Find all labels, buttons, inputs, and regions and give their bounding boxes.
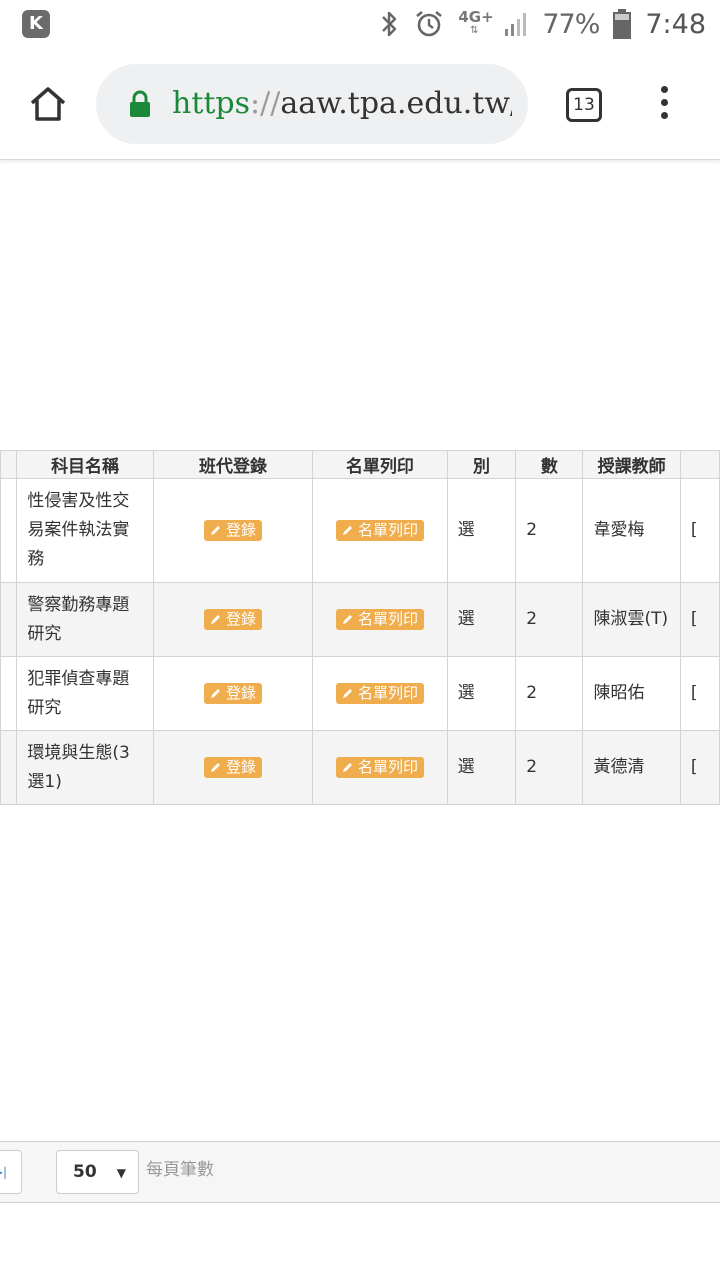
pencil-icon [342, 762, 352, 772]
pencil-icon [210, 762, 220, 772]
print-list-button-label: 名單列印 [357, 683, 418, 702]
credits-cell: 2 [515, 730, 584, 805]
signal-icon [505, 13, 527, 36]
pencil-icon [342, 614, 352, 624]
credits-cell: 2 [515, 582, 584, 657]
pencil-icon [210, 688, 220, 698]
teacher-cell: 陳淑雲(T) [582, 582, 681, 657]
pencil-icon [210, 614, 220, 624]
register-button-label: 登錄 [225, 757, 256, 776]
column-header-teacher[interactable]: 授課教師 [582, 450, 681, 479]
table-row: 性侵害及性交易案件執法實務 登錄 名單列印 選 2 韋愛梅 [ [0, 478, 720, 583]
print-list-button-label: 名單列印 [357, 609, 418, 628]
print-list-button-label: 名單列印 [357, 520, 418, 539]
table-row: 環境與生態(3選1) 登錄 名單列印 選 2 黃德清 [ [0, 730, 720, 805]
column-header-credits[interactable]: 數 [515, 450, 584, 479]
register-button[interactable]: 登錄 [203, 608, 262, 630]
page-size-value: 50 [73, 1162, 97, 1182]
credits-cell: 2 [515, 478, 584, 583]
register-button-label: 登錄 [225, 683, 256, 702]
register-button[interactable]: 登錄 [203, 519, 262, 541]
bluetooth-icon [382, 11, 397, 37]
course-table-container[interactable]: 科目名稱 班代登錄 名單列印 別 數 授課教師 性侵害及性交易案件執法實務 登錄… [0, 450, 720, 805]
page: K 4G+ ⇅ 77% 7:48 https://aaw.tpa.edu.tw/… [0, 0, 720, 1280]
extra-cell: [ [679, 656, 720, 731]
teacher-cell: 韋愛梅 [582, 478, 681, 583]
row-edge-cell [0, 730, 18, 805]
type-cell: 選 [446, 730, 517, 805]
subject-cell: 性侵害及性交易案件執法實務 [16, 478, 154, 583]
lock-icon [130, 90, 150, 117]
alarm-icon [416, 10, 443, 37]
row-edge-cell [0, 656, 18, 731]
row-edge-cell [0, 478, 18, 583]
course-table: 科目名稱 班代登錄 名單列印 別 數 授課教師 性侵害及性交易案件執法實務 登錄… [0, 450, 720, 805]
table-row: 警察勤務專題研究 登錄 名單列印 選 2 陳淑雲(T) [ [0, 582, 720, 657]
pagination-bar: ▸| 50 ▼ 每頁筆數 [0, 1141, 720, 1203]
row-edge-cell [0, 582, 18, 657]
caret-down-icon: ▼ [116, 1166, 126, 1180]
register-button-label: 登錄 [225, 609, 256, 628]
status-bar: K 4G+ ⇅ 77% 7:48 [0, 0, 720, 48]
battery-percent: 77% [542, 8, 600, 40]
network-type: 4G+ ⇅ [458, 8, 494, 37]
address-bar[interactable]: https://aaw.tpa.edu.tw/tp [96, 64, 528, 144]
print-cell: 名單列印 [312, 478, 448, 583]
pencil-icon [210, 525, 220, 535]
pencil-icon [342, 525, 352, 535]
register-cell: 登錄 [152, 730, 314, 805]
subject-cell: 犯罪偵查專題研究 [16, 656, 154, 731]
url-host: aaw.tpa.edu.tw/ [280, 86, 512, 121]
page-size-select[interactable]: 50 ▼ [56, 1150, 139, 1194]
print-list-button[interactable]: 名單列印 [335, 682, 424, 704]
page-size-label: 每頁筆數 [146, 1160, 214, 1180]
url-scheme: https [172, 86, 251, 121]
url-text[interactable]: https://aaw.tpa.edu.tw/tp [172, 82, 512, 126]
print-cell: 名單列印 [312, 656, 448, 731]
type-cell: 選 [446, 656, 517, 731]
print-list-button-label: 名單列印 [357, 757, 418, 776]
register-cell: 登錄 [152, 582, 314, 657]
home-icon[interactable] [26, 82, 70, 126]
register-cell: 登錄 [152, 478, 314, 583]
extra-cell: [ [679, 582, 720, 657]
last-page-icon: ▸| [0, 1165, 7, 1179]
register-button[interactable]: 登錄 [203, 682, 262, 704]
register-button-label: 登錄 [225, 520, 256, 539]
table-row: 犯罪偵查專題研究 登錄 名單列印 選 2 陳昭佑 [ [0, 656, 720, 731]
type-cell: 選 [446, 478, 517, 583]
column-header-extra [679, 450, 720, 479]
print-list-button[interactable]: 名單列印 [335, 608, 424, 630]
table-header-row: 科目名稱 班代登錄 名單列印 別 數 授課教師 [0, 450, 720, 479]
print-list-button[interactable]: 名單列印 [335, 756, 424, 778]
subject-cell: 警察勤務專題研究 [16, 582, 154, 657]
type-cell: 選 [446, 582, 517, 657]
print-cell: 名單列印 [312, 730, 448, 805]
teacher-cell: 陳昭佑 [582, 656, 681, 731]
url-separator: :// [250, 86, 281, 121]
column-header-blank [0, 450, 18, 479]
extra-cell: [ [679, 730, 720, 805]
teacher-cell: 黃德清 [582, 730, 681, 805]
status-icons: 4G+ ⇅ 77% 7:48 [378, 6, 706, 42]
credits-cell: 2 [515, 656, 584, 731]
column-header-type[interactable]: 別 [446, 450, 517, 479]
battery-icon [613, 9, 632, 39]
app-notification-icon: K [22, 10, 50, 38]
tab-switcher-button[interactable]: 13 [566, 88, 602, 122]
browser-toolbar: https://aaw.tpa.edu.tw/tp 13 [0, 48, 720, 160]
print-cell: 名單列印 [312, 582, 448, 657]
print-list-button[interactable]: 名單列印 [335, 519, 424, 541]
pencil-icon [342, 688, 352, 698]
register-button[interactable]: 登錄 [203, 756, 262, 778]
last-page-button[interactable]: ▸| [0, 1150, 22, 1194]
subject-cell: 環境與生態(3選1) [16, 730, 154, 805]
register-cell: 登錄 [152, 656, 314, 731]
extra-cell: [ [679, 478, 720, 583]
clock: 7:48 [645, 8, 706, 40]
column-header-print[interactable]: 名單列印 [312, 450, 448, 479]
menu-icon[interactable] [654, 86, 674, 124]
column-header-register[interactable]: 班代登錄 [152, 450, 314, 479]
column-header-subject[interactable]: 科目名稱 [16, 450, 154, 479]
